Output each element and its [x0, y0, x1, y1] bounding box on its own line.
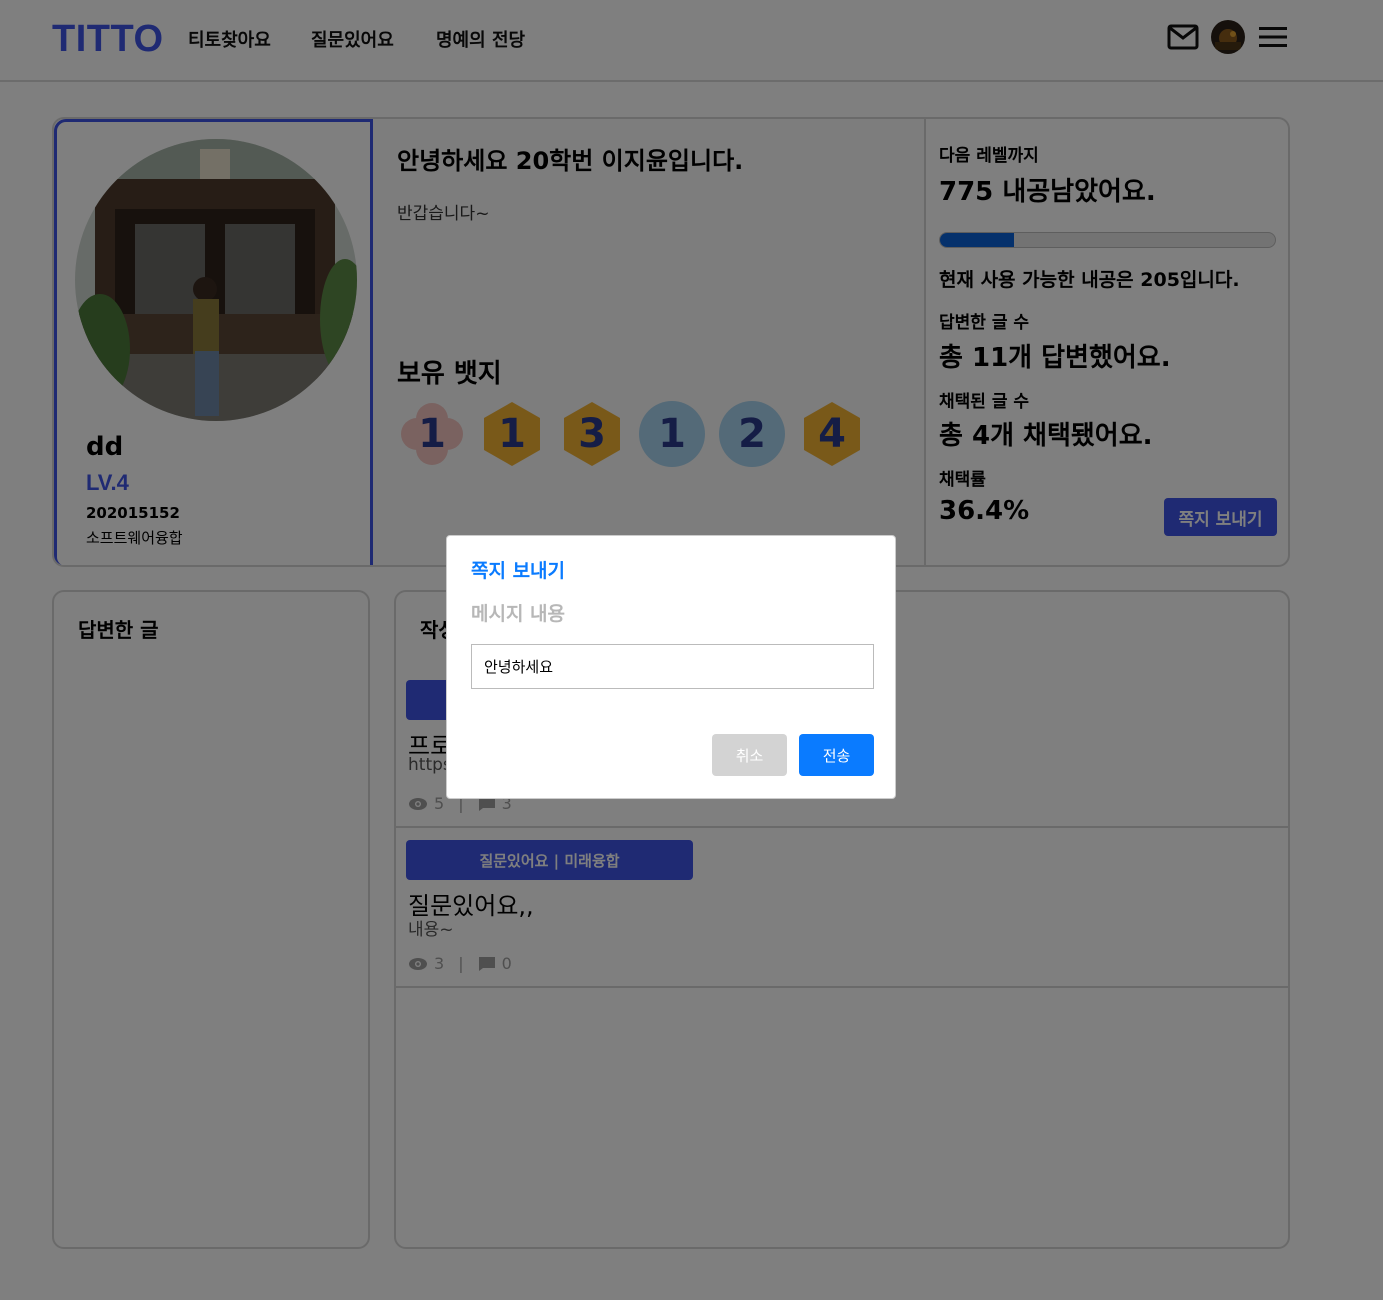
modal-title: 쪽지 보내기 [471, 560, 566, 582]
submit-button[interactable]: 전송 [799, 734, 874, 776]
cancel-button[interactable]: 취소 [712, 734, 787, 776]
message-content-label: 메시지 내용 [471, 603, 566, 625]
message-input[interactable] [471, 644, 874, 689]
send-message-modal: 쪽지 보내기 메시지 내용 취소 전송 [446, 535, 896, 799]
